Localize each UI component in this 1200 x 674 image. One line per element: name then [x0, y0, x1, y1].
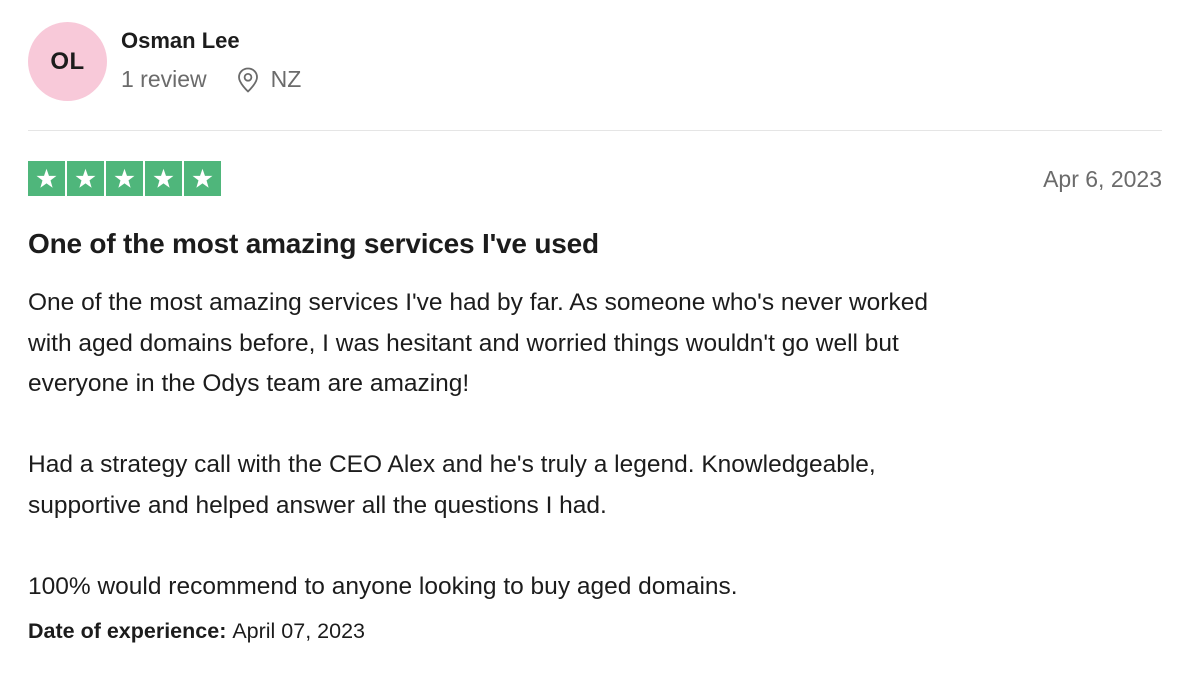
star-icon: [67, 161, 104, 196]
review-card: OL Osman Lee 1 review NZ Apr 6, 2023 One…: [28, 0, 1162, 674]
review-title[interactable]: One of the most amazing services I've us…: [28, 228, 599, 260]
author-meta: 1 review NZ: [121, 66, 301, 93]
date-of-experience: Date of experience: April 07, 2023: [28, 619, 365, 644]
review-body: One of the most amazing services I've ha…: [28, 283, 1162, 607]
experience-label: Date of experience:: [28, 619, 233, 643]
author-country: NZ: [270, 66, 302, 92]
avatar[interactable]: OL: [28, 22, 107, 101]
star-icon: [145, 161, 182, 196]
divider: [28, 130, 1162, 131]
review-date: Apr 6, 2023: [1043, 166, 1162, 192]
star-rating: [28, 161, 221, 196]
star-icon: [28, 161, 65, 196]
review-author-header: OL Osman Lee 1 review NZ: [28, 22, 1162, 102]
review-count: 1 review: [121, 66, 207, 92]
star-icon: [184, 161, 221, 196]
review-body-line: Had a strategy call with the CEO Alex an…: [28, 451, 876, 478]
experience-date: April 07, 2023: [232, 619, 366, 643]
review-body-line: One of the most amazing services I've ha…: [28, 289, 928, 316]
location-pin-icon: [237, 67, 259, 93]
review-body-line: 100% would recommend to anyone looking t…: [28, 572, 738, 600]
review-body-line: supportive and helped answer all the que…: [28, 491, 607, 519]
author-name[interactable]: Osman Lee: [121, 28, 240, 54]
review-body-line: with aged domains before, I was hesitant…: [28, 329, 899, 357]
review-body-line: everyone in the Odys team are amazing!: [28, 370, 470, 397]
star-icon: [106, 161, 143, 196]
